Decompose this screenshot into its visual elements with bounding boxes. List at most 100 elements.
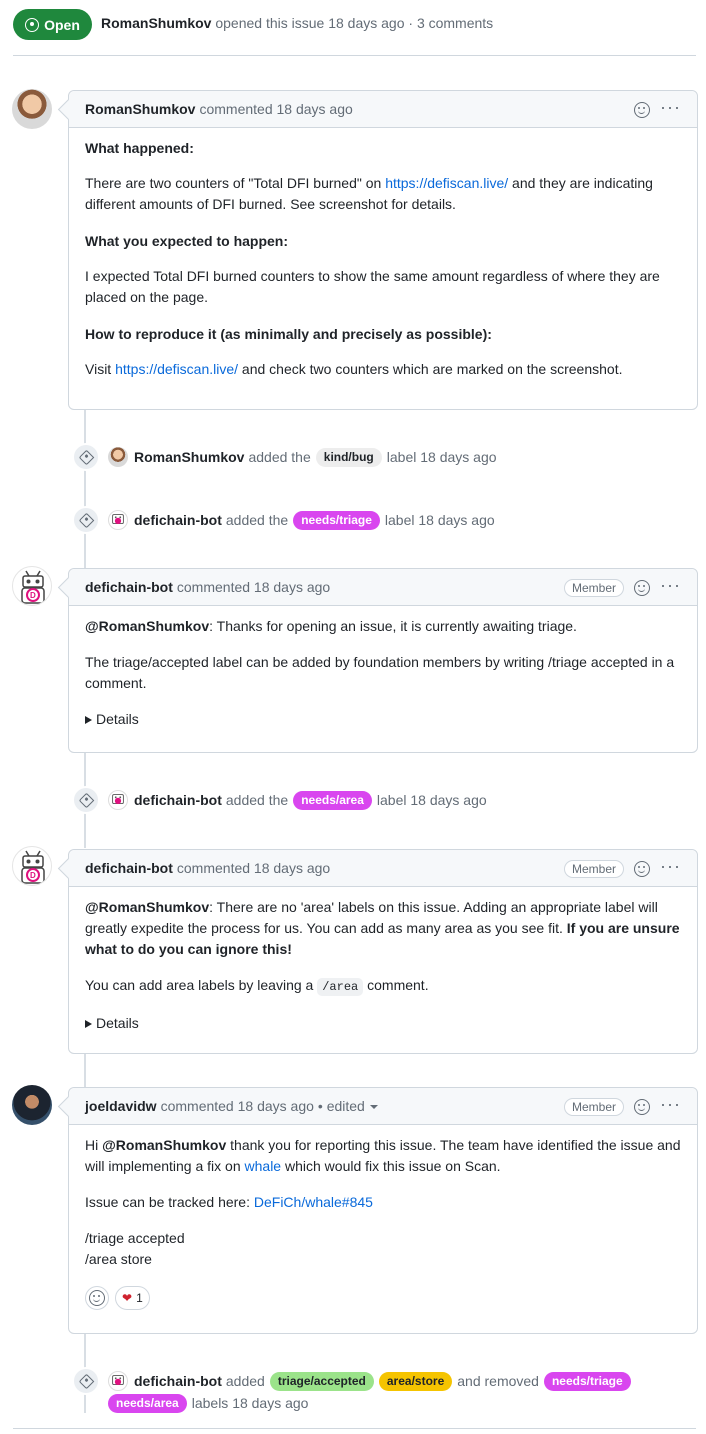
more-options-icon[interactable]: ··· xyxy=(660,98,681,116)
bot-avatar[interactable]: D xyxy=(12,846,52,886)
issue-author-link[interactable]: RomanShumkov xyxy=(101,15,211,31)
paragraph: I expected Total DFI burned counters to … xyxy=(85,268,660,305)
paragraph: @RomanShumkov: There are no 'area' label… xyxy=(85,899,680,957)
comment-timestamp[interactable]: commented 18 days ago xyxy=(177,579,330,595)
section-heading: What happened: xyxy=(85,140,194,156)
label-needs-triage[interactable]: needs/triage xyxy=(293,510,380,530)
comment-box: defichain-bot commented 18 days ago Memb… xyxy=(68,849,698,1054)
tag-icon xyxy=(72,1367,100,1395)
comment-body: What happened: There are two counters of… xyxy=(69,128,697,394)
paragraph: You can add area labels by leaving a /ar… xyxy=(85,977,429,996)
issue-meta-text: opened this issue 18 days ago · 3 commen… xyxy=(215,15,494,31)
bot-avatar[interactable]: D xyxy=(12,566,52,606)
inline-code: /area xyxy=(317,978,364,996)
timeline-event-label-added: defichain-bot added the needs/triage lab… xyxy=(72,506,495,534)
comment-header: RomanShumkov commented 18 days ago ··· xyxy=(69,91,697,128)
bot-avatar[interactable] xyxy=(108,1371,128,1391)
comment-author[interactable]: RomanShumkov xyxy=(85,101,195,117)
bot-avatar[interactable] xyxy=(108,510,128,530)
more-options-icon[interactable]: ··· xyxy=(660,1095,681,1113)
whale-link[interactable]: whale xyxy=(245,1158,282,1174)
more-options-icon[interactable]: ··· xyxy=(660,576,681,594)
comment-author[interactable]: joeldavidw xyxy=(85,1098,157,1114)
paragraph: Hi @RomanShumkov thank you for reporting… xyxy=(85,1137,681,1174)
paragraph: @RomanShumkov: Thanks for opening an iss… xyxy=(85,618,577,634)
comment-body: @RomanShumkov: There are no 'area' label… xyxy=(69,887,697,1048)
user-mention[interactable]: @RomanShumkov xyxy=(102,1137,226,1153)
defiscan-link[interactable]: https://defiscan.live/ xyxy=(385,175,508,191)
comment-box: joeldavidw commented 18 days ago • edite… xyxy=(68,1087,698,1334)
more-options-icon[interactable]: ··· xyxy=(660,857,681,875)
paragraph: The triage/accepted label can be added b… xyxy=(85,654,675,691)
avatar[interactable] xyxy=(12,89,52,129)
event-actor[interactable]: defichain-bot xyxy=(134,792,222,808)
comment-header: defichain-bot commented 18 days ago Memb… xyxy=(69,850,697,887)
details-toggle[interactable]: Details xyxy=(85,709,681,730)
timeline-event-label-added: defichain-bot added the needs/area label… xyxy=(72,786,487,814)
label-needs-triage[interactable]: needs/triage xyxy=(543,1371,631,1391)
issue-opened-icon xyxy=(25,17,40,32)
comment-box: RomanShumkov commented 18 days ago ··· W… xyxy=(68,90,698,410)
paragraph: /triage accepted/area store xyxy=(85,1230,185,1267)
timeline-event-label-added: RomanShumkov added the kind/bug label 18… xyxy=(72,443,497,471)
issue-meta: RomanShumkov opened this issue 18 days a… xyxy=(101,15,493,31)
comment-timestamp[interactable]: commented 18 days ago xyxy=(199,101,352,117)
heart-reaction-button[interactable]: ❤ 1 xyxy=(115,1286,150,1310)
event-actor[interactable]: RomanShumkov xyxy=(134,449,244,465)
add-reaction-icon[interactable] xyxy=(634,579,651,596)
paragraph: Issue can be tracked here: DeFiCh/whale#… xyxy=(85,1194,373,1210)
comment-box: defichain-bot commented 18 days ago Memb… xyxy=(68,568,698,753)
label-area-store[interactable]: area/store xyxy=(378,1371,453,1391)
member-badge: Member xyxy=(564,1097,625,1116)
edited-dropdown[interactable]: • edited xyxy=(318,1098,378,1114)
status-label: Open xyxy=(44,16,80,33)
label-triage-accepted[interactable]: triage/accepted xyxy=(269,1371,374,1391)
triangle-right-icon xyxy=(85,715,92,724)
member-badge: Member xyxy=(564,859,625,878)
event-actor[interactable]: defichain-bot xyxy=(134,512,222,528)
defiscan-link[interactable]: https://defiscan.live/ xyxy=(115,361,238,377)
triangle-right-icon xyxy=(85,1019,92,1028)
heart-icon: ❤ xyxy=(122,1290,133,1305)
svg-text:D: D xyxy=(30,871,36,880)
section-heading: What you expected to happen: xyxy=(85,233,289,249)
comment-timestamp[interactable]: commented 18 days ago xyxy=(161,1098,314,1114)
reactions-bar: ❤ 1 xyxy=(85,1286,681,1310)
smiley-icon xyxy=(89,1290,105,1306)
user-mention[interactable]: @RomanShumkov xyxy=(85,899,209,915)
comment-timestamp[interactable]: commented 18 days ago xyxy=(177,860,330,876)
comment-header: joeldavidw commented 18 days ago • edite… xyxy=(69,1088,697,1125)
timeline-line xyxy=(84,1053,86,1087)
details-toggle[interactable]: Details xyxy=(85,1013,681,1034)
comment-author[interactable]: defichain-bot xyxy=(85,579,173,595)
chevron-down-icon xyxy=(369,1105,378,1110)
paragraph: There are two counters of "Total DFI bur… xyxy=(85,175,653,212)
bottom-divider xyxy=(13,1428,696,1429)
add-reaction-icon[interactable] xyxy=(634,1098,651,1115)
comment-body: Hi @RomanShumkov thank you for reporting… xyxy=(69,1125,697,1324)
bot-avatar[interactable] xyxy=(108,790,128,810)
comment-body: @RomanShumkov: Thanks for opening an iss… xyxy=(69,606,697,744)
user-mention[interactable]: @RomanShumkov xyxy=(85,618,209,634)
timeline-event-labels-changed-cont: needs/area labels 18 days ago xyxy=(108,1389,308,1417)
add-reaction-button[interactable] xyxy=(85,1286,109,1310)
label-kind-bug[interactable]: kind/bug xyxy=(315,447,382,467)
issue-reference-link[interactable]: DeFiCh/whale#845 xyxy=(254,1194,373,1210)
tag-icon xyxy=(72,506,100,534)
avatar[interactable] xyxy=(108,447,128,467)
label-needs-area[interactable]: needs/area xyxy=(293,790,372,810)
label-needs-area[interactable]: needs/area xyxy=(108,1393,187,1413)
header-divider xyxy=(13,55,696,56)
tag-icon xyxy=(72,786,100,814)
comment-author[interactable]: defichain-bot xyxy=(85,860,173,876)
avatar[interactable] xyxy=(12,1085,52,1125)
member-badge: Member xyxy=(564,578,625,597)
event-actor[interactable]: defichain-bot xyxy=(134,1373,222,1389)
paragraph: Visit https://defiscan.live/ and check t… xyxy=(85,361,623,377)
timeline-line xyxy=(84,410,86,568)
svg-text:D: D xyxy=(30,591,36,600)
issue-status-badge: Open xyxy=(13,9,92,40)
add-reaction-icon[interactable] xyxy=(634,860,651,877)
add-reaction-icon[interactable] xyxy=(634,101,651,118)
tag-icon xyxy=(72,443,100,471)
